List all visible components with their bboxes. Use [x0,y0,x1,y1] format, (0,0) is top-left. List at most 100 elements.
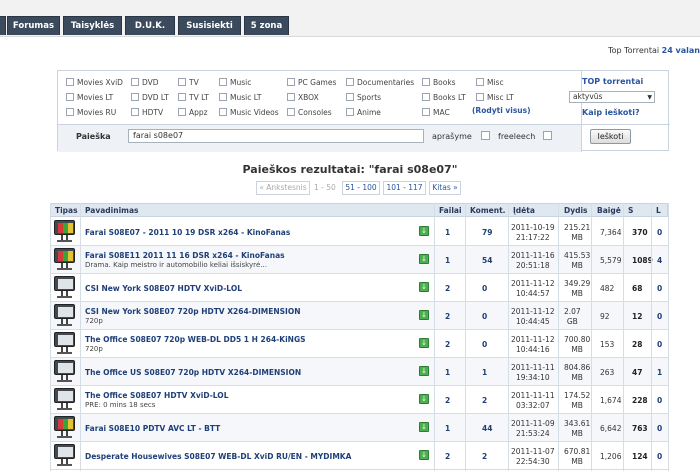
category-checkbox[interactable]: XBOX [287,92,319,104]
checkbox-icon[interactable] [178,108,186,116]
category-checkbox[interactable]: Movies XviD [66,77,123,89]
category-checkbox[interactable]: Music Videos [219,107,279,119]
checkbox-icon[interactable] [178,78,186,86]
category-checkbox[interactable]: TV [178,77,199,89]
description-checkbox[interactable] [481,131,490,140]
category-checkbox[interactable]: HDTV [131,107,163,119]
leechers-count[interactable]: 1 [657,368,662,377]
tv-icon[interactable] [53,276,76,299]
files-count[interactable]: 2 [445,312,450,321]
nav-tab-susisiekti[interactable]: Susisiekti [178,16,241,35]
category-checkbox[interactable]: Movies LT [66,92,113,104]
seeders-count[interactable]: 47 [632,368,642,377]
leechers-count[interactable]: 0 [657,340,662,349]
checkbox-icon[interactable] [131,93,139,101]
category-checkbox[interactable]: Music LT [219,92,261,104]
nav-tab-5-zona[interactable]: 5 zona [244,16,289,35]
pager-page-2[interactable]: 51 - 100 [342,181,380,195]
category-checkbox[interactable]: DVD [131,77,159,89]
checkbox-icon[interactable] [346,78,354,86]
checkbox-icon[interactable] [476,78,484,86]
category-checkbox[interactable]: Movies RU [66,107,116,119]
files-count[interactable]: 1 [445,256,450,265]
how-to-search-link[interactable]: Kaip ieškoti? [582,108,640,117]
category-checkbox[interactable]: Sports [346,92,381,104]
category-checkbox[interactable]: Books [422,77,456,89]
comments-count[interactable]: 54 [482,256,492,265]
nav-tab-taisykles[interactable]: Taisyklės [63,16,122,35]
leechers-count[interactable]: 0 [657,424,662,433]
pager-next[interactable]: Kitas » [429,181,461,195]
category-checkbox[interactable]: Misc [476,77,504,89]
category-checkbox[interactable]: Books LT [422,92,466,104]
category-checkbox[interactable]: Documentaries [346,77,414,89]
show-all-link[interactable]: (Rodyti visus) [472,106,531,115]
checkbox-icon[interactable] [219,108,227,116]
comments-count[interactable]: 2 [482,452,487,461]
download-icon[interactable]: ↓ [419,254,429,264]
torrent-title-link[interactable]: The Office S08E07 HDTV XviD-LOL [85,391,228,400]
nav-tab-forumas[interactable]: Forumas [7,16,60,35]
leechers-count[interactable]: 0 [657,312,662,321]
category-checkbox[interactable]: Consoles [287,107,332,119]
tv-icon[interactable] [53,304,76,327]
torrent-title-link[interactable]: The Office S08E07 720p WEB-DL DD5 1 H 26… [85,335,306,344]
category-checkbox[interactable]: DVD LT [131,92,169,104]
leechers-count[interactable]: 4 [657,256,662,265]
category-checkbox[interactable]: MAC [422,107,450,119]
seeders-count[interactable]: 370 [632,228,648,237]
comments-count[interactable]: 79 [482,228,492,237]
checkbox-icon[interactable] [131,78,139,86]
seeders-count[interactable]: 228 [632,396,648,405]
category-checkbox[interactable]: Anime [346,107,381,119]
tv-icon[interactable] [53,332,76,355]
seeders-count[interactable]: 124 [632,452,648,461]
col-leechers[interactable]: L [656,204,661,218]
seeders-count[interactable]: 1089 [632,256,653,265]
checkbox-icon[interactable] [476,93,484,101]
col-name[interactable]: Pavadinimas [85,204,139,218]
col-size[interactable]: Dydis [564,204,588,218]
checkbox-icon[interactable] [422,108,430,116]
files-count[interactable]: 2 [445,340,450,349]
top-torrents-period-link[interactable]: 24 valan [662,46,700,55]
top-torrents-select[interactable]: aktyvūs ▼ [569,91,655,103]
col-added[interactable]: Įdėta [513,204,535,218]
freeleech-checkbox[interactable] [543,131,552,140]
checkbox-icon[interactable] [346,93,354,101]
checkbox-icon[interactable] [219,78,227,86]
search-input[interactable]: farai s08e07 [128,129,424,143]
category-checkbox[interactable]: PC Games [287,77,336,89]
checkbox-icon[interactable] [422,78,430,86]
leechers-count[interactable]: 0 [657,284,662,293]
leechers-count[interactable]: 0 [657,396,662,405]
download-icon[interactable]: ↓ [419,422,429,432]
download-icon[interactable]: ↓ [419,450,429,460]
checkbox-icon[interactable] [66,93,74,101]
checkbox-icon[interactable] [219,93,227,101]
category-checkbox[interactable]: Appz [178,107,208,119]
download-icon[interactable]: ↓ [419,226,429,236]
checkbox-icon[interactable] [287,108,295,116]
download-icon[interactable]: ↓ [419,338,429,348]
files-count[interactable]: 1 [445,368,450,377]
checkbox-icon[interactable] [66,78,74,86]
torrent-title-link[interactable]: Desperate Housewives S08E07 WEB-DL XviD … [85,452,351,461]
checkbox-icon[interactable] [178,93,186,101]
checkbox-icon[interactable] [131,108,139,116]
seeders-count[interactable]: 12 [632,312,642,321]
checkbox-icon[interactable] [422,93,430,101]
pager-page-3[interactable]: 101 - 117 [383,181,426,195]
comments-count[interactable]: 0 [482,340,487,349]
nav-tab-partial[interactable] [0,16,6,35]
tv-color-icon[interactable] [53,220,76,243]
comments-count[interactable]: 44 [482,424,492,433]
download-icon[interactable]: ↓ [419,394,429,404]
files-count[interactable]: 2 [445,396,450,405]
comments-count[interactable]: 0 [482,284,487,293]
files-count[interactable]: 2 [445,284,450,293]
leechers-count[interactable]: 0 [657,452,662,461]
download-icon[interactable]: ↓ [419,310,429,320]
torrent-title-link[interactable]: Farai S08E07 - 2011 10 19 DSR x264 - Kin… [85,228,290,237]
nav-tab-duk[interactable]: D.U.K. [125,16,175,35]
